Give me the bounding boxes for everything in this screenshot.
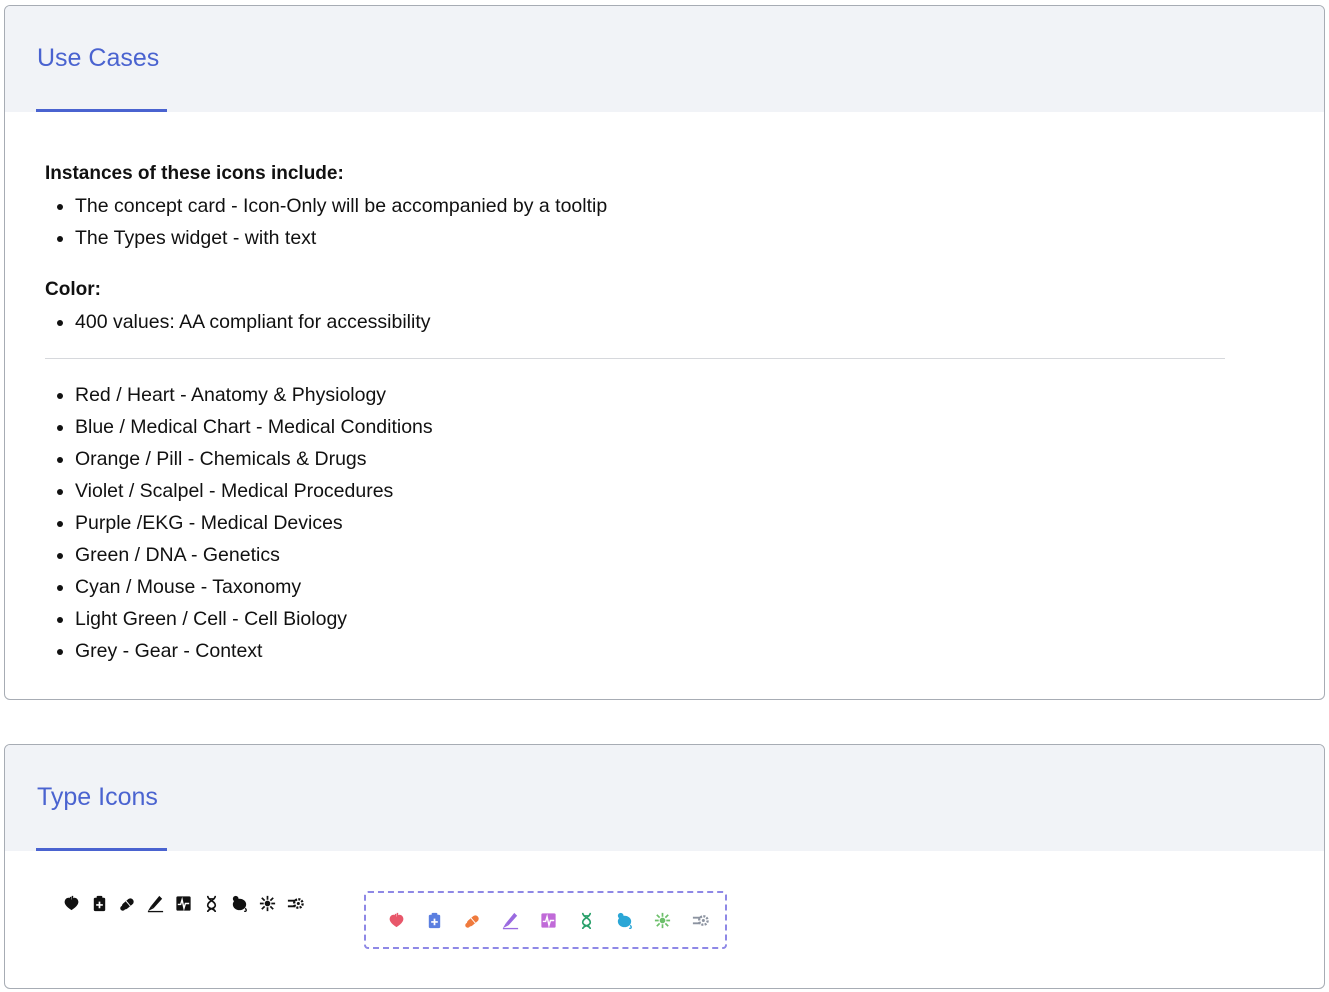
medical-chart-icon [89,893,110,914]
cell-icon [652,910,673,931]
heart-icon [386,910,407,931]
color-icons-box [364,891,727,949]
use-cases-header: Use Cases [5,6,1324,112]
use-cases-panel: Use Cases Instances of these icons inclu… [4,5,1325,700]
list-item: Blue / Medical Chart - Medical Condition… [75,411,1284,443]
cell-icon [257,893,278,914]
list-item: Purple /EKG - Medical Devices [75,507,1284,539]
list-item: Violet / Scalpel - Medical Procedures [75,475,1284,507]
heart-icon [61,893,82,914]
use-cases-body: Instances of these icons include: The co… [5,112,1324,667]
tab-use-cases[interactable]: Use Cases [37,44,159,73]
medical-chart-icon [424,910,445,931]
color-heading: Color: [45,279,101,300]
gear-icon [285,893,306,914]
ekg-icon [173,893,194,914]
list-item: Orange / Pill - Chemicals & Drugs [75,443,1284,475]
dna-icon [576,910,597,931]
scalpel-icon [145,893,166,914]
list-item: Light Green / Cell - Cell Biology [75,603,1284,635]
mouse-icon [614,910,635,931]
list-item: The concept card - Icon-Only will be acc… [75,190,1284,222]
list-item: Grey - Gear - Context [75,635,1284,667]
instances-list: The concept card - Icon-Only will be acc… [45,190,1284,254]
type-icons-panel: Type Icons [4,744,1325,989]
list-item: Red / Heart - Anatomy & Physiology [75,379,1284,411]
divider [45,358,1225,359]
gear-icon [690,910,711,931]
mouse-icon [229,893,250,914]
list-item: Green / DNA - Genetics [75,539,1284,571]
list-item: 400 values: AA compliant for accessibili… [75,306,1284,338]
ekg-icon [538,910,559,931]
list-item: Cyan / Mouse - Taxonomy [75,571,1284,603]
scalpel-icon [500,910,521,931]
active-tab-indicator [36,848,167,851]
color-notes-list: 400 values: AA compliant for accessibili… [45,306,1284,338]
dna-icon [201,893,222,914]
mono-icons-row [61,893,306,914]
pill-icon [462,910,483,931]
tab-type-icons[interactable]: Type Icons [37,783,158,812]
type-list: Red / Heart - Anatomy & Physiology Blue … [45,379,1284,667]
instances-heading: Instances of these icons include: [45,163,344,184]
pill-icon [117,893,138,914]
type-icons-header: Type Icons [5,745,1324,851]
list-item: The Types widget - with text [75,222,1284,254]
